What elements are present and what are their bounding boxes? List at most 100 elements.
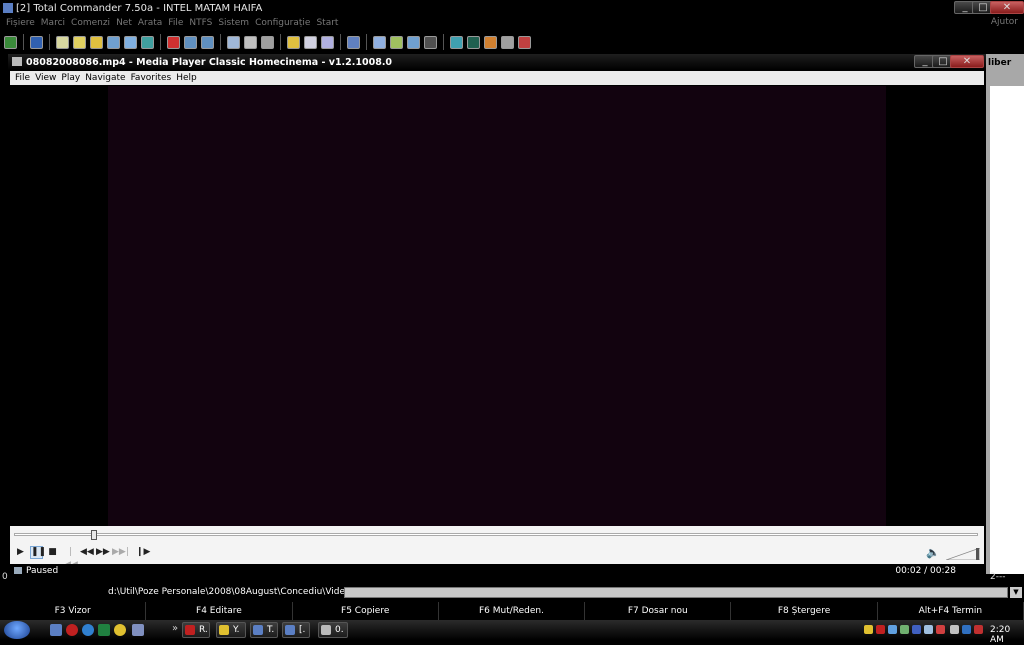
select-icon[interactable] <box>167 35 180 49</box>
stop-icon[interactable]: ■ <box>46 546 59 559</box>
forward-icon[interactable] <box>201 35 214 49</box>
toolbar-separator <box>220 34 223 50</box>
f6-move-button[interactable]: F6 Mut/Reden. <box>439 602 586 620</box>
quick-view-icon[interactable] <box>124 35 137 49</box>
tray-yahoo-icon[interactable] <box>864 625 873 634</box>
tc-menu-configuration[interactable]: Configurație <box>255 18 310 28</box>
f7-new-folder-button[interactable]: F7 Dosar nou <box>585 602 732 620</box>
sync-icon[interactable] <box>347 35 360 49</box>
mpc-title-bar[interactable]: 08082008086.mp4 - Media Player Classic H… <box>8 54 986 70</box>
mpc-close-button[interactable]: ✕ <box>950 55 984 68</box>
full-view-icon[interactable] <box>73 35 86 49</box>
tools-icon[interactable] <box>501 35 514 49</box>
app-quicklaunch-icon[interactable] <box>132 624 144 636</box>
tc-menu-show[interactable]: Arata <box>138 18 162 28</box>
ftp-icon[interactable] <box>304 35 317 49</box>
start-button[interactable] <box>4 621 30 639</box>
tc-title-bar[interactable]: [2] Total Commander 7.50a - INTEL MATAM … <box>0 0 1024 16</box>
f3-view-button[interactable]: F3 Vizor <box>0 602 147 620</box>
alt-f4-exit-button[interactable]: Alt+F4 Termin <box>878 602 1024 620</box>
cube-icon[interactable] <box>484 35 497 49</box>
tray-volume-icon[interactable] <box>950 625 959 634</box>
taskbar-task-total-commander[interactable]: T. <box>250 622 278 638</box>
seek-track[interactable] <box>14 533 978 536</box>
yahoo-icon <box>219 625 229 635</box>
total-commander-quicklaunch-icon[interactable] <box>50 624 62 636</box>
floppy-icon[interactable] <box>30 35 43 49</box>
seek-bar[interactable] <box>10 526 984 542</box>
refresh-icon[interactable] <box>4 35 17 49</box>
command-line-input[interactable] <box>344 587 1008 598</box>
mpc-menu-navigate[interactable]: Navigate <box>85 73 125 83</box>
thumbnail-view-icon[interactable] <box>107 35 120 49</box>
fast-forward-icon[interactable]: ▶▶ <box>96 546 110 559</box>
app-icon[interactable] <box>450 35 463 49</box>
terminal-icon[interactable] <box>467 35 480 49</box>
next-icon[interactable]: ▶▶| <box>112 546 129 559</box>
mpc-menu-favorites[interactable]: Favorites <box>131 73 172 83</box>
search-icon[interactable] <box>261 35 274 49</box>
tc-menu-net[interactable]: Net <box>116 18 132 28</box>
ie-quicklaunch-icon[interactable] <box>82 624 94 636</box>
tc-close-button[interactable]: ✕ <box>990 1 1024 14</box>
back-icon[interactable] <box>184 35 197 49</box>
ftp-new-icon[interactable] <box>321 35 334 49</box>
tray-app2-icon[interactable] <box>912 625 921 634</box>
camera-icon[interactable] <box>424 35 437 49</box>
f4-edit-button[interactable]: F4 Editare <box>146 602 293 620</box>
quicklaunch-overflow-icon[interactable]: » <box>172 623 178 634</box>
tc-menu-help[interactable]: Ajutor <box>991 17 1018 27</box>
toolbar-separator <box>366 34 369 50</box>
tray-app-icon[interactable] <box>888 625 897 634</box>
tray-app5-icon[interactable] <box>962 625 971 634</box>
taskbar-task-media-player[interactable]: 0. <box>318 622 348 638</box>
taskbar-task-total-commander-2[interactable]: [. <box>282 622 310 638</box>
tray-network-icon[interactable] <box>900 625 909 634</box>
video-area[interactable] <box>10 86 984 526</box>
monitor-icon[interactable] <box>141 35 154 49</box>
tc-file-list[interactable] <box>990 86 1024 574</box>
tray-app4-icon[interactable] <box>936 625 945 634</box>
yahoo-quicklaunch-icon[interactable] <box>114 624 126 636</box>
taskbar-task-yahoo[interactable]: Y. <box>216 622 246 638</box>
frame-step-icon[interactable]: ❙▶ <box>136 546 150 559</box>
tc-menu-ntfs[interactable]: NTFS <box>189 18 212 28</box>
volume-icon[interactable]: 🔈 <box>926 546 940 559</box>
opera-quicklaunch-icon[interactable] <box>66 624 78 636</box>
tray-app3-icon[interactable] <box>924 625 933 634</box>
f8-delete-button[interactable]: F8 Ștergere <box>731 602 878 620</box>
tray-app6-icon[interactable] <box>974 625 983 634</box>
tc-menu-mark[interactable]: Marci <box>41 18 65 28</box>
rewind-icon[interactable]: ◀◀ <box>80 546 94 559</box>
notepad-icon[interactable] <box>373 35 386 49</box>
mpc-menu-play[interactable]: Play <box>61 73 80 83</box>
tc-menu-file[interactable]: File <box>168 18 183 28</box>
play-icon[interactable]: ▶ <box>14 546 27 559</box>
mpc-menu-view[interactable]: View <box>35 73 56 83</box>
tc-menu-system[interactable]: Sistem <box>218 18 249 28</box>
chevron-down-icon[interactable]: ▼ <box>1010 587 1022 598</box>
volume-slider[interactable] <box>946 548 980 560</box>
paint-icon[interactable] <box>407 35 420 49</box>
multi-rename-icon[interactable] <box>287 35 300 49</box>
mpc-menu-file[interactable]: File <box>15 73 30 83</box>
brief-view-icon[interactable] <box>56 35 69 49</box>
tree-view-icon[interactable] <box>90 35 103 49</box>
previous-icon[interactable]: |◀◀ <box>64 546 78 570</box>
media-icon[interactable] <box>518 35 531 49</box>
tray-opera-icon[interactable] <box>876 625 885 634</box>
tc-menu-files[interactable]: Fișiere <box>6 18 35 28</box>
tc-menu-commands[interactable]: Comenzi <box>71 18 110 28</box>
pause-icon[interactable]: ❚❚ <box>30 546 46 559</box>
f5-copy-button[interactable]: F5 Copiere <box>293 602 439 620</box>
mpc-menu-help[interactable]: Help <box>176 73 197 83</box>
mpc-window[interactable]: 08082008086.mp4 - Media Player Classic H… <box>8 54 986 580</box>
seek-thumb[interactable] <box>90 530 97 540</box>
excel-quicklaunch-icon[interactable] <box>98 624 110 636</box>
taskbar-clock[interactable]: 2:20 AM <box>990 625 1024 645</box>
taskbar-task-opera[interactable]: R. <box>182 622 210 638</box>
unpack-icon[interactable] <box>244 35 257 49</box>
tc-menu-start[interactable]: Start <box>316 18 338 28</box>
pack-icon[interactable] <box>227 35 240 49</box>
chart-icon[interactable] <box>390 35 403 49</box>
